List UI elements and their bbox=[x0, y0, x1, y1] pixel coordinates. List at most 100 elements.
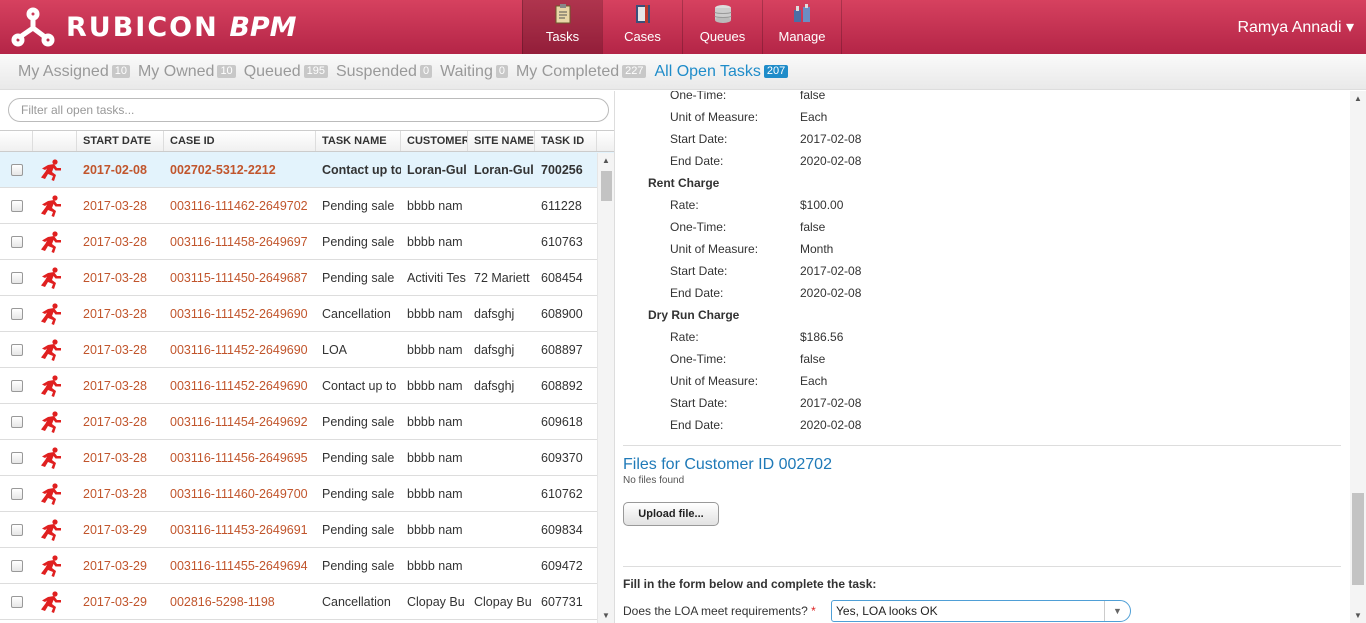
checkbox[interactable] bbox=[11, 235, 23, 248]
table-row[interactable]: 2017-03-28 003116-111452-2649690 Cancellat… bbox=[0, 296, 614, 332]
chevron-down-icon[interactable]: ▼ bbox=[1104, 601, 1130, 621]
selected-answer: Yes, LOA looks OK bbox=[836, 604, 938, 618]
checkbox[interactable] bbox=[11, 487, 23, 500]
col-select[interactable] bbox=[0, 131, 33, 151]
case-id-cell[interactable]: 003116-111462-2649702 bbox=[164, 188, 316, 223]
checkbox[interactable] bbox=[11, 307, 23, 320]
row-checkbox[interactable] bbox=[0, 224, 33, 259]
col-customer[interactable]: CUSTOMER bbox=[401, 131, 468, 151]
row-checkbox[interactable] bbox=[0, 548, 33, 583]
row-checkbox[interactable] bbox=[0, 404, 33, 439]
col-case-id[interactable]: CASE ID bbox=[164, 131, 316, 151]
customer-cell: bbbb nam bbox=[407, 486, 463, 501]
urgent-runner-icon bbox=[33, 296, 77, 331]
site-name-cell bbox=[468, 548, 535, 583]
row-checkbox[interactable] bbox=[0, 152, 33, 187]
case-id-cell[interactable]: 003116-111453-2649691 bbox=[164, 512, 316, 547]
customer-cell: bbbb nam bbox=[407, 234, 463, 249]
row-checkbox[interactable] bbox=[0, 440, 33, 475]
tab-my-owned[interactable]: My Owned 10 bbox=[138, 63, 236, 81]
grid-scrollbar[interactable]: ▲ ▼ bbox=[597, 153, 614, 623]
nav-queues[interactable]: Queues bbox=[682, 0, 762, 54]
row-checkbox[interactable] bbox=[0, 332, 33, 367]
detail-key: One-Time: bbox=[670, 220, 727, 234]
col-task-id[interactable]: TASK ID bbox=[535, 131, 597, 151]
task-name-cell: Contact up to bbox=[322, 162, 401, 177]
case-id-cell[interactable]: 003115-111450-2649687 bbox=[164, 260, 316, 295]
binder-icon bbox=[635, 5, 650, 23]
tab-my-completed[interactable]: My Completed 227 bbox=[516, 63, 647, 81]
scroll-down-icon[interactable]: ▼ bbox=[1354, 611, 1362, 620]
table-row[interactable]: 2017-03-29 003116-111453-2649691 Pending s… bbox=[0, 512, 614, 548]
case-id-cell[interactable]: 003116-111452-2649690 bbox=[164, 332, 316, 367]
scroll-thumb[interactable] bbox=[1352, 493, 1364, 585]
nav-tasks[interactable]: Tasks bbox=[522, 0, 602, 54]
table-row[interactable]: 2017-03-28 003116-111462-2649702 Pending s… bbox=[0, 188, 614, 224]
task-id-cell: 610763 bbox=[541, 234, 583, 249]
scroll-thumb[interactable] bbox=[601, 171, 612, 201]
user-menu[interactable]: Ramya Annadi ▾ bbox=[1237, 17, 1354, 37]
checkbox[interactable] bbox=[11, 451, 23, 464]
table-row[interactable]: 2017-03-28 003116-111454-2649692 Pending s… bbox=[0, 404, 614, 440]
table-row[interactable]: 2017-03-28 003115-111450-2649687 Pending s… bbox=[0, 260, 614, 296]
checkbox[interactable] bbox=[11, 271, 23, 284]
checkbox[interactable] bbox=[11, 343, 23, 356]
tab-my-assigned[interactable]: My Assigned 10 bbox=[18, 63, 130, 81]
table-row[interactable]: 2017-03-28 003116-111458-2649697 Pending s… bbox=[0, 224, 614, 260]
scroll-down-icon[interactable]: ▼ bbox=[602, 611, 610, 620]
table-row[interactable]: 2017-03-28 003116-111456-2649695 Pending s… bbox=[0, 440, 614, 476]
tab-suspended[interactable]: Suspended 0 bbox=[336, 63, 433, 81]
row-checkbox[interactable] bbox=[0, 260, 33, 295]
filter-input[interactable]: Filter all open tasks... bbox=[8, 98, 609, 122]
row-checkbox[interactable] bbox=[0, 296, 33, 331]
table-row[interactable]: 2017-03-29 002816-5298-1198 Cancellation Cl… bbox=[0, 584, 614, 620]
case-id-cell[interactable]: 003116-111460-2649700 bbox=[164, 476, 316, 511]
scroll-up-icon[interactable]: ▲ bbox=[602, 156, 610, 165]
col-icon[interactable] bbox=[33, 131, 77, 151]
checkbox[interactable] bbox=[11, 379, 23, 392]
row-checkbox[interactable] bbox=[0, 476, 33, 511]
case-id-cell[interactable]: 003116-111456-2649695 bbox=[164, 440, 316, 475]
nav-manage[interactable]: Manage bbox=[762, 0, 842, 54]
case-id-cell[interactable]: 003116-111458-2649697 bbox=[164, 224, 316, 259]
row-checkbox[interactable] bbox=[0, 188, 33, 223]
loa-answer-select[interactable]: Yes, LOA looks OK ▼ bbox=[831, 600, 1131, 622]
tab-queued[interactable]: Queued 195 bbox=[244, 63, 328, 81]
table-row[interactable]: 2017-03-28 003116-111452-2649690 LOA bbbb n… bbox=[0, 332, 614, 368]
checkbox[interactable] bbox=[11, 559, 23, 572]
row-checkbox[interactable] bbox=[0, 368, 33, 403]
case-id-cell[interactable]: 003116-111455-2649694 bbox=[164, 548, 316, 583]
task-id-cell: 611228 bbox=[541, 198, 582, 213]
col-site-name[interactable]: SITE NAME bbox=[468, 131, 535, 151]
checkbox[interactable] bbox=[11, 523, 23, 536]
case-id-cell[interactable]: 003116-111452-2649690 bbox=[164, 368, 316, 403]
table-row[interactable]: 2017-03-28 003116-111452-2649690 Contact u… bbox=[0, 368, 614, 404]
task-id-cell: 609472 bbox=[541, 558, 583, 573]
row-checkbox[interactable] bbox=[0, 584, 33, 619]
case-id-cell[interactable]: 002702-5312-2212 bbox=[164, 152, 316, 187]
task-id-cell: 608897 bbox=[541, 342, 583, 357]
row-checkbox[interactable] bbox=[0, 512, 33, 547]
tab-waiting[interactable]: Waiting 0 bbox=[440, 63, 508, 81]
case-id-cell[interactable]: 002816-5298-1198 bbox=[164, 584, 316, 619]
col-task-name[interactable]: TASK NAME bbox=[316, 131, 401, 151]
table-row[interactable]: 2017-02-08 002702-5312-2212 Contact up to L… bbox=[0, 152, 614, 188]
checkbox[interactable] bbox=[11, 595, 23, 608]
site-name-cell: dafsghj bbox=[474, 342, 515, 357]
upload-file-button[interactable]: Upload file... bbox=[623, 502, 719, 526]
checkbox[interactable] bbox=[11, 415, 23, 428]
start-date-cell: 2017-03-28 bbox=[83, 450, 147, 465]
case-id-cell[interactable]: 003116-111452-2649690 bbox=[164, 296, 316, 331]
checkbox[interactable] bbox=[11, 199, 23, 212]
brand-logo[interactable]: RUBICON BPM bbox=[10, 6, 297, 48]
scroll-up-icon[interactable]: ▲ bbox=[1354, 94, 1362, 103]
col-start-date[interactable]: START DATE bbox=[77, 131, 164, 151]
task-tabs: My Assigned 10 My Owned 10 Queued 195 Suspe… bbox=[0, 54, 1366, 90]
case-id-cell[interactable]: 003116-111454-2649692 bbox=[164, 404, 316, 439]
detail-scrollbar[interactable]: ▲ ▼ bbox=[1350, 91, 1366, 623]
table-row[interactable]: 2017-03-29 003116-111455-2649694 Pending s… bbox=[0, 548, 614, 584]
tab-all-open-tasks[interactable]: All Open Tasks 207 bbox=[654, 63, 789, 81]
checkbox[interactable] bbox=[11, 163, 23, 176]
nav-cases[interactable]: Cases bbox=[602, 0, 682, 54]
table-row[interactable]: 2017-03-28 003116-111460-2649700 Pending s… bbox=[0, 476, 614, 512]
